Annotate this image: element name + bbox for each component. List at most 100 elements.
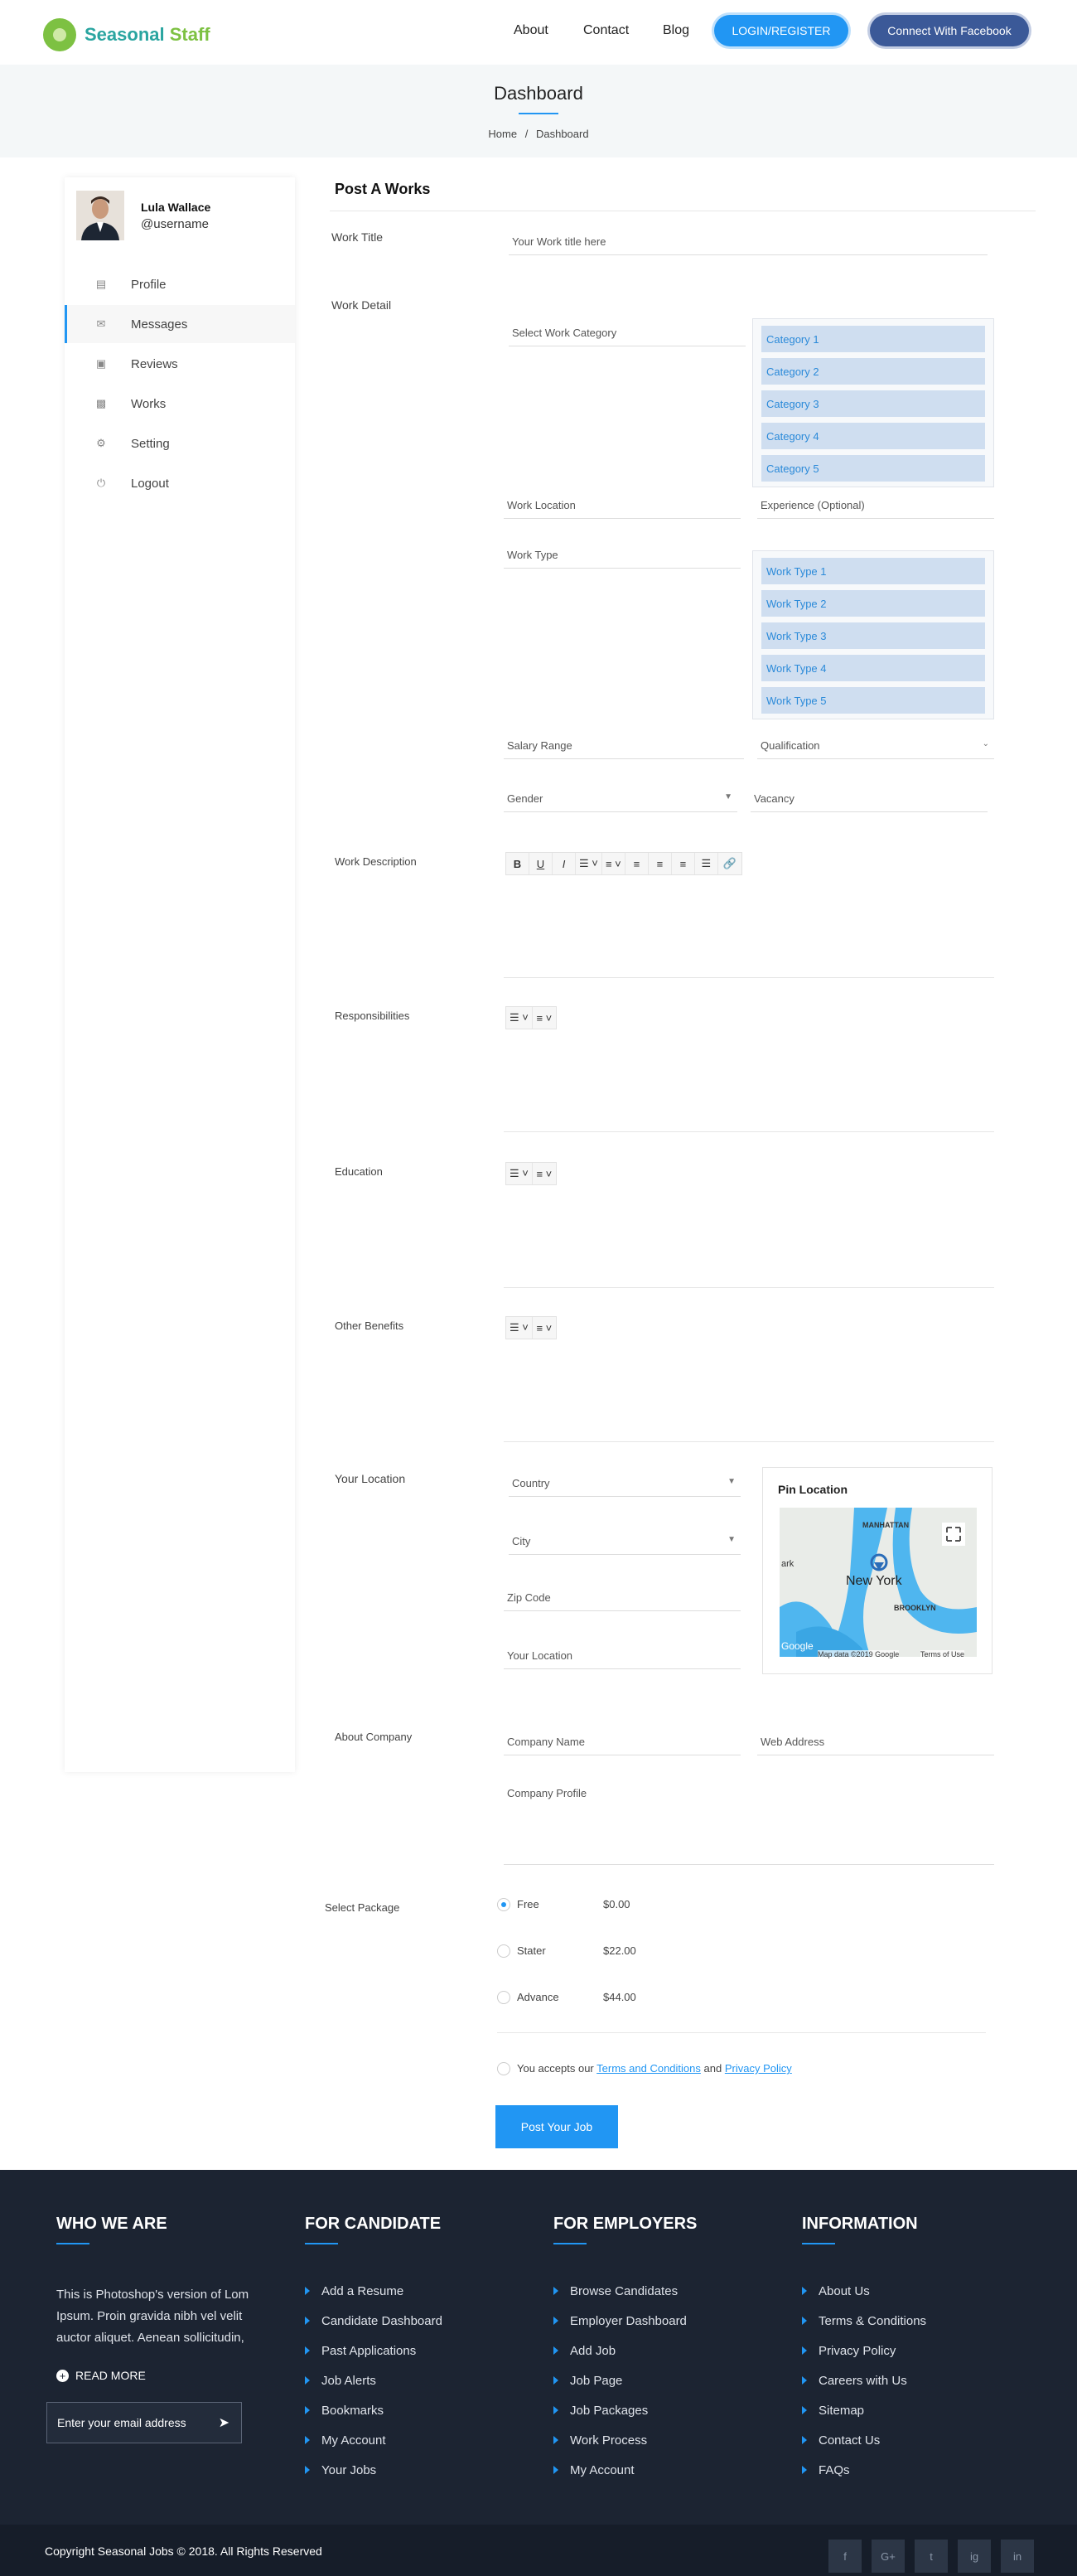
footer-link[interactable]: About Us — [802, 2284, 870, 2298]
sidebar-item-label: Setting — [131, 436, 170, 451]
avatar — [76, 191, 124, 240]
work-type-option[interactable]: Work Type 5 — [761, 687, 985, 714]
footer-link[interactable]: Candidate Dashboard — [305, 2314, 442, 2328]
sidebar-item-setting[interactable]: ⚙ Setting — [65, 424, 295, 462]
category-option[interactable]: Category 3 — [761, 390, 985, 417]
category-option[interactable]: Category 1 — [761, 326, 985, 352]
facebook-connect-button[interactable]: Connect With Facebook — [870, 15, 1029, 46]
works-icon: ▩ — [95, 397, 107, 409]
footer-link[interactable]: Job Page — [553, 2374, 622, 2388]
nav-contact[interactable]: Contact — [583, 23, 629, 38]
country-select[interactable]: Country ▼ — [509, 1472, 741, 1497]
category-listbox[interactable]: Category 1 Category 2 Category 3 Categor… — [752, 318, 994, 487]
page-banner: Dashboard Home / Dashboard — [0, 65, 1077, 157]
vacancy-input[interactable]: Vacancy — [751, 787, 988, 812]
category-option[interactable]: Category 4 — [761, 423, 985, 449]
pin-location-map[interactable]: Pin Location MANHATTAN New York ark BROO… — [762, 1467, 992, 1674]
footer-link[interactable]: Past Applications — [305, 2344, 416, 2358]
footer-link[interactable]: Add a Resume — [305, 2284, 403, 2298]
terms-checkbox[interactable] — [497, 2062, 510, 2075]
terms-link[interactable]: Terms and Conditions — [596, 2062, 701, 2075]
work-location-input[interactable]: Work Location — [504, 494, 741, 519]
twitter-icon[interactable]: t — [915, 2540, 948, 2573]
package-radio-advance[interactable] — [497, 1991, 510, 2004]
facebook-icon[interactable]: f — [828, 2540, 862, 2573]
footer-link[interactable]: My Account — [553, 2463, 635, 2477]
footer-link[interactable]: Contact Us — [802, 2433, 880, 2448]
work-description-editor[interactable] — [504, 845, 994, 978]
title-underline — [519, 113, 558, 114]
work-category-select[interactable]: Select Work Category — [509, 322, 746, 346]
education-editor[interactable] — [504, 1155, 994, 1288]
qualification-placeholder: Qualification — [761, 739, 820, 752]
footer-link[interactable]: Employer Dashboard — [553, 2314, 687, 2328]
breadcrumb-home[interactable]: Home — [488, 128, 517, 140]
footer-link[interactable]: FAQs — [802, 2463, 850, 2477]
work-type-option[interactable]: Work Type 1 — [761, 558, 985, 584]
sidebar-item-messages[interactable]: ✉ Messages — [65, 305, 295, 343]
terms-text: You accepts our Terms and Conditions and… — [517, 2062, 792, 2075]
package-price: $0.00 — [603, 1898, 630, 1910]
sidebar-item-reviews[interactable]: ▣ Reviews — [65, 345, 295, 383]
sidebar-item-profile[interactable]: ▤ Profile — [65, 265, 295, 303]
footer-link[interactable]: Add Job — [553, 2344, 616, 2358]
footer-link[interactable]: Your Jobs — [305, 2463, 376, 2477]
footer-link[interactable]: Job Packages — [553, 2404, 648, 2418]
footer-link[interactable]: Privacy Policy — [802, 2344, 896, 2358]
post-job-button[interactable]: Post Your Job — [495, 2105, 618, 2148]
copyright-text: Copyright Seasonal Jobs © 2018. All Righ… — [45, 2545, 322, 2558]
company-name-input[interactable]: Company Name — [504, 1731, 741, 1755]
city-select[interactable]: City ▼ — [509, 1530, 741, 1555]
map-terms-link[interactable]: Terms of Use — [920, 1650, 965, 1658]
salary-range-input[interactable]: Salary Range — [504, 734, 744, 759]
sidebar-item-works[interactable]: ▩ Works — [65, 385, 295, 423]
other-benefits-editor[interactable] — [504, 1310, 994, 1442]
google-plus-icon[interactable]: G+ — [872, 2540, 905, 2573]
package-radio-stater[interactable] — [497, 1944, 510, 1958]
brand-logo[interactable]: Seasonal Staff — [43, 18, 210, 51]
sidebar-item-logout[interactable]: ⏻ Logout — [65, 464, 295, 502]
linkedin-icon[interactable]: in — [1001, 2540, 1034, 2573]
nav-about[interactable]: About — [514, 23, 548, 38]
package-radio-free[interactable] — [497, 1898, 510, 1911]
gender-select[interactable]: Gender ▼ — [504, 787, 737, 812]
web-address-input[interactable]: Web Address — [757, 1731, 994, 1755]
company-profile-textarea[interactable]: Company Profile — [504, 1782, 994, 1865]
send-icon[interactable]: ➤ — [219, 2414, 229, 2431]
your-location-label: Your Location — [335, 1472, 406, 1485]
copyright-bar: Copyright Seasonal Jobs © 2018. All Righ… — [0, 2525, 1077, 2576]
work-type-listbox[interactable]: Work Type 1 Work Type 2 Work Type 3 Work… — [752, 550, 994, 719]
category-option[interactable]: Category 2 — [761, 358, 985, 385]
nav-blog[interactable]: Blog — [663, 23, 689, 38]
work-type-select[interactable]: Work Type — [504, 544, 741, 569]
footer-link[interactable]: Bookmarks — [305, 2404, 384, 2418]
work-title-input[interactable]: Your Work title here — [509, 230, 988, 255]
footer-candidate-title: FOR CANDIDATE — [305, 2215, 442, 2233]
privacy-link[interactable]: Privacy Policy — [725, 2062, 792, 2075]
instagram-icon[interactable]: ig — [958, 2540, 991, 2573]
email-input[interactable]: Enter your email address — [57, 2416, 186, 2429]
work-type-option[interactable]: Work Type 2 — [761, 590, 985, 617]
footer-link[interactable]: Job Alerts — [305, 2374, 376, 2388]
footer-link[interactable]: Work Process — [553, 2433, 647, 2448]
power-icon: ⏻ — [96, 477, 106, 489]
responsibilities-editor[interactable] — [504, 1000, 994, 1132]
footer-link[interactable]: Terms & Conditions — [802, 2314, 926, 2328]
your-location-input[interactable]: Your Location — [504, 1644, 741, 1669]
experience-input[interactable]: Experience (Optional) — [757, 494, 994, 519]
map-label-manhattan: MANHATTAN — [862, 1521, 910, 1529]
work-type-option[interactable]: Work Type 4 — [761, 655, 985, 681]
read-more-link[interactable]: + READ MORE — [56, 2369, 146, 2382]
footer-link[interactable]: Sitemap — [802, 2404, 864, 2418]
login-register-button[interactable]: LOGIN/REGISTER — [714, 15, 848, 46]
work-type-option[interactable]: Work Type 3 — [761, 622, 985, 649]
footer-link[interactable]: Browse Candidates — [553, 2284, 678, 2298]
qualification-select[interactable]: Qualification ⌄ — [757, 734, 994, 759]
footer-link[interactable]: Careers with Us — [802, 2374, 907, 2388]
category-option[interactable]: Category 5 — [761, 455, 985, 482]
footer-link[interactable]: My Account — [305, 2433, 386, 2448]
map-label-park: ark — [781, 1559, 794, 1569]
footer-underline — [305, 2243, 338, 2244]
about-company-label: About Company — [335, 1731, 413, 1743]
zip-code-input[interactable]: Zip Code — [504, 1586, 741, 1611]
